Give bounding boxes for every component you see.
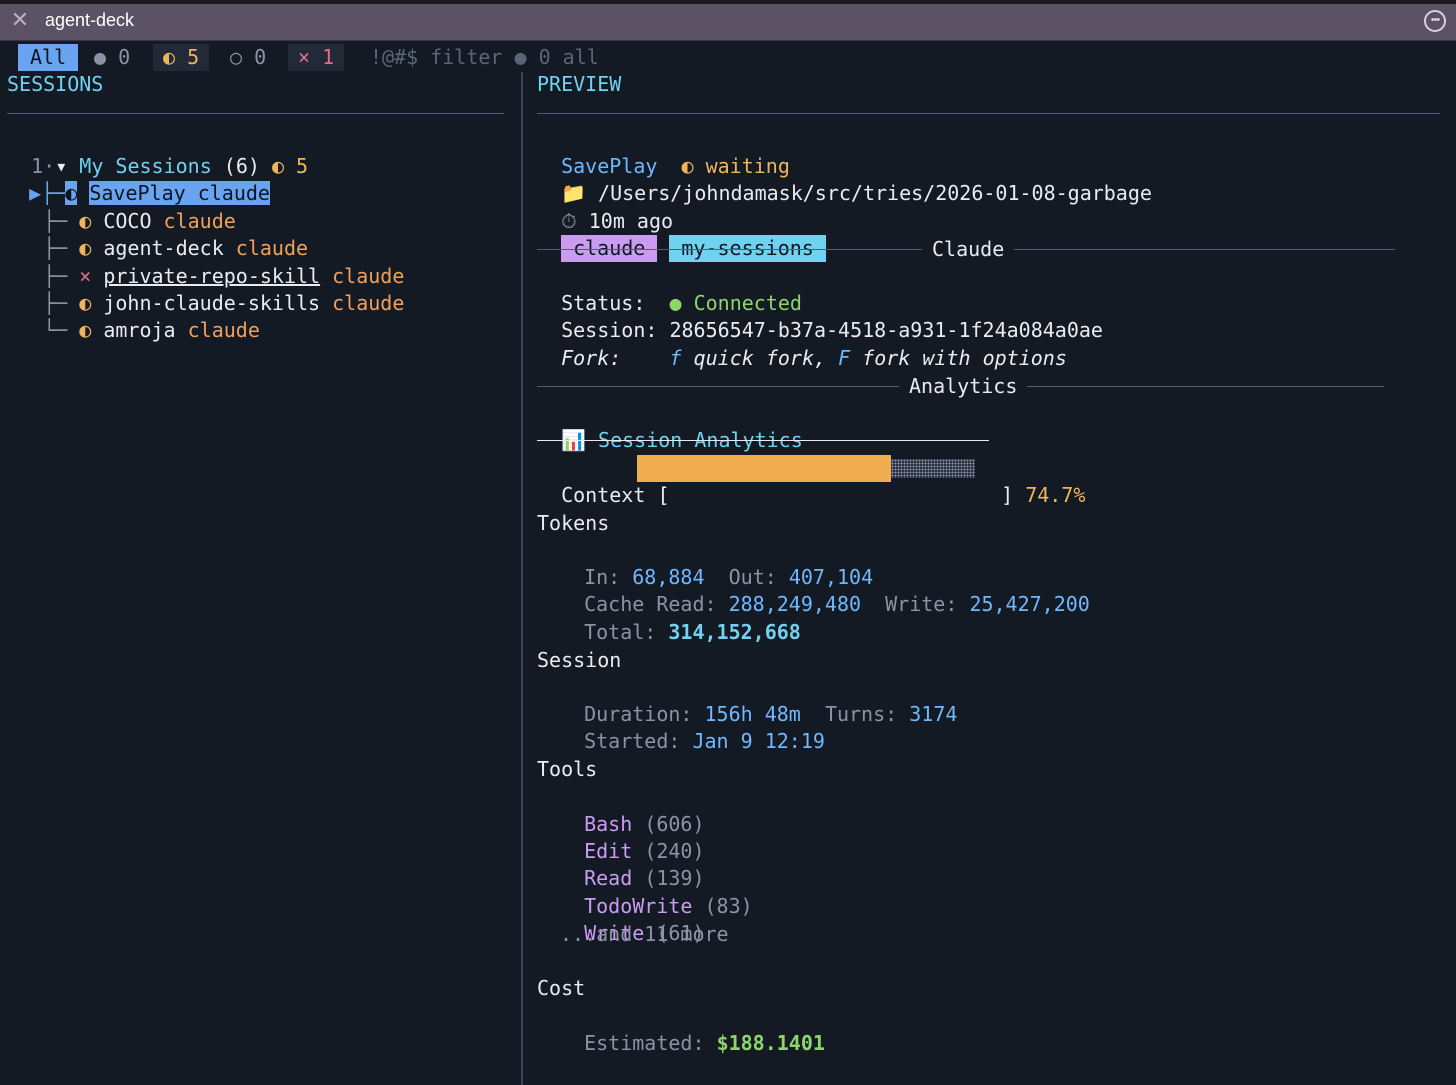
preview-tags: claude my-sessions [537,208,826,262]
cost-title: Cost [537,976,586,1000]
tool-item: TodoWrite (83) [560,866,753,918]
analytics-title-underline [537,440,989,441]
estimated-cost-value: $188.1401 [716,1031,825,1055]
tool-count: (83) [704,894,753,918]
fork-quick-text: quick fork, [693,346,827,370]
turns-value: 3174 [909,702,958,726]
context-progress-fill [637,455,891,482]
analytics-section-title: Analytics [899,373,1028,400]
context-label: Context [561,483,646,507]
preview-header: PREVIEW [537,72,622,96]
filter-hint: !@#$ filter ● 0 all [370,45,599,69]
cache-write-value: 25,427,200 [969,592,1090,616]
session-row[interactable]: ├─ ◐ COCO claude [19,181,236,233]
tab-all[interactable]: All [18,44,79,71]
context-bracket-close: ] [1001,483,1014,507]
context-percent: 74.7% [1025,483,1086,507]
claude-section-title: Claude [922,236,1015,263]
tokens-total-label: Total: [584,620,657,644]
session-name: amroja [103,318,176,342]
session-row[interactable]: ├─ × private-repo-skill claude [19,236,404,288]
tool-item: Read (139) [560,838,704,890]
session-status-icon: ◐ [79,318,92,342]
sessions-header-divider [7,113,504,114]
fork-label: Fork: [561,346,622,370]
tokens-cache-row: Cache Read: 288,249,480 Write: 25,427,20… [560,564,1090,616]
tab-waiting[interactable]: ◐ 5 [153,44,210,71]
cache-write-label: Write: [885,592,958,616]
fork-options-text: fork with options [862,346,1067,370]
preview-time-row: ⏱ 10m ago [537,181,673,233]
tokens-title: Tokens [537,511,610,535]
titlebar-top-strip [0,0,1456,4]
preview-path: /Users/johndamask/src/tries/2026-01-08-g… [598,181,1152,205]
session-tool: claude [187,318,260,342]
tree-connector: └─ [43,318,68,342]
context-bracket-open: [ [657,483,670,507]
context-progress-bar [637,455,977,482]
context-value-row: ] 74.7% [977,455,1085,507]
tools-more: ...and 11 more [560,922,729,946]
duration-turns-row: Duration: 156h 48m Turns: 3174 [560,674,957,726]
tool-item: Edit (240) [560,811,704,863]
preview-path-row: 📁 /Users/johndamask/src/tries/2026-01-08… [537,153,1152,205]
tab-running[interactable]: ● 0 [84,44,140,71]
turns-label: Turns: [824,702,898,726]
session-row[interactable]: └─ ◐ amroja claude [19,290,260,342]
session-row[interactable]: ├─ ◐ agent-deck claude [19,208,308,260]
estimated-cost-row: Estimated: $188.1401 [560,1003,825,1055]
sessions-header: SESSIONS [7,72,104,96]
context-progress-remaining [891,459,975,478]
claude-status-row: Status: ● Connected [537,263,802,315]
window-title: agent-deck [45,10,135,30]
fork-key-quick[interactable]: f [669,346,681,370]
claude-fork-row: Fork: f quick fork, F fork with options [537,318,1067,370]
fork-key-options[interactable]: F [838,346,850,370]
claude-session-row: Session: 28656547-b37a-4518-a931-1f24a08… [537,290,1103,342]
started-row: Started: Jan 9 12:19 [560,701,825,753]
tool-item: Bash (606) [560,784,704,836]
close-icon[interactable]: ✕ [10,9,30,31]
tokens-in-out-row: In: 68,884 Out: 407,104 [560,537,873,589]
session-stats-title: Session [537,648,622,672]
tools-title: Tools [537,757,598,781]
window-titlebar: ✕ agent-deck ••• [0,0,1456,41]
tokens-total-row: Total: 314,152,668 [560,592,801,644]
session-tool: claude [332,291,405,315]
estimated-label: Estimated: [584,1031,705,1055]
more-options-icon[interactable]: ••• [1424,10,1446,32]
session-row[interactable]: ├─ ◐ john-claude-skills claude [19,263,404,315]
analytics-title-row: 📊 Session Analytics [537,400,803,452]
group-status: ◐ 5 [271,154,309,178]
tool-item: Write (61) [560,893,704,945]
started-value: Jan 9 12:19 [692,729,825,753]
preview-title-row: SavePlay ◐ waiting [537,126,790,178]
preview-header-divider [537,113,1440,114]
tokens-total-value: 314,152,668 [668,620,801,644]
pane-divider[interactable] [521,72,523,1085]
session-row[interactable]: ▶├─◐ SavePlay claude [5,153,270,205]
started-label: Started: [584,729,681,753]
tab-idle[interactable]: ○ 0 [220,44,276,71]
session-group[interactable]: 1·▾ My Sessions (6) ◐ 5 [7,126,308,178]
tab-error[interactable]: × 1 [288,44,345,71]
